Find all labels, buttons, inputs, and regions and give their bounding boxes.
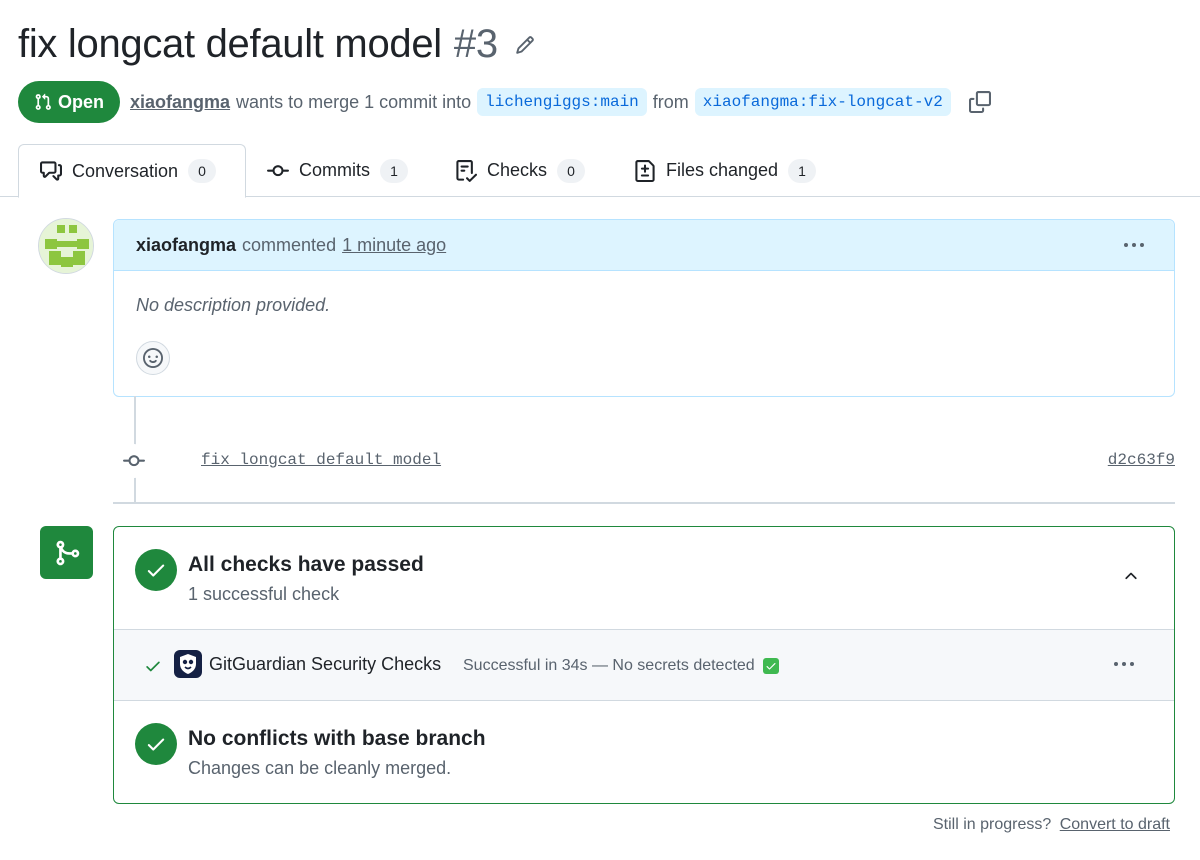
base-branch[interactable]: lichengiggs:main <box>477 88 647 116</box>
check-row: GitGuardian Security Checks Successful i… <box>114 630 1174 701</box>
gitguardian-logo-icon <box>174 650 202 678</box>
checklist-icon <box>456 159 477 182</box>
tab-checks-label: Checks <box>487 160 548 180</box>
check-icon <box>144 657 162 680</box>
comment-body: No description provided. <box>136 295 331 315</box>
author-link[interactable]: xiaofangma <box>130 92 230 113</box>
check-circle-icon <box>135 723 177 765</box>
pr-tabs: Conversation 0 Commits 1 Checks 0 Files … <box>0 144 1200 198</box>
check-circle-icon <box>135 549 177 591</box>
checks-title: All checks have passed <box>188 553 424 576</box>
kebab-menu-icon[interactable] <box>1118 237 1150 253</box>
check-mark-button-icon <box>763 658 780 674</box>
draft-footer: Still in progress? Convert to draft <box>933 816 1170 834</box>
check-name[interactable]: GitGuardian Security Checks <box>209 654 441 675</box>
pr-title-row: fix longcat default model #3 <box>18 22 536 67</box>
tab-conversation-count: 0 <box>188 159 217 183</box>
tab-checks-count: 0 <box>557 158 586 183</box>
tab-files-count: 1 <box>788 158 817 183</box>
comment-box: xiaofangma commented 1 minute ago No des… <box>113 219 1175 397</box>
pr-number: #3 <box>453 22 498 66</box>
kebab-menu-icon[interactable] <box>1110 658 1138 670</box>
tab-commits-count: 1 <box>380 158 408 183</box>
conflicts-summary: No conflicts with base branch Changes ca… <box>114 701 1174 803</box>
tab-checks[interactable]: Checks 0 <box>455 144 586 197</box>
tab-files-label: Files changed <box>666 160 779 180</box>
pr-meta: Open xiaofangma wants to merge 1 commit … <box>18 81 991 123</box>
from-text: from <box>652 91 689 112</box>
conflicts-subtitle: Changes can be cleanly merged. <box>188 758 452 778</box>
file-diff-icon <box>635 159 655 182</box>
tab-commits-label: Commits <box>299 160 370 180</box>
smiley-icon[interactable] <box>136 341 170 375</box>
commit-sha-link[interactable]: d2c63f9 <box>1108 451 1175 469</box>
state-badge: Open <box>18 81 121 123</box>
pencil-icon[interactable] <box>514 34 536 56</box>
merge-text: wants to merge 1 commit into <box>236 91 472 112</box>
comment-author[interactable]: xiaofangma <box>136 235 236 256</box>
commit-message-link[interactable]: fix longcat default model <box>201 451 441 469</box>
git-pull-request-icon <box>35 93 51 110</box>
comment-timestamp[interactable]: 1 minute ago <box>342 235 446 256</box>
comment-action: commented <box>242 234 337 255</box>
pr-title: fix longcat default model #3 <box>18 22 498 67</box>
checks-summary: All checks have passed 1 successful chec… <box>114 527 1174 630</box>
check-status-text: Successful in 34s — No secrets detected <box>463 657 755 674</box>
check-status: Successful in 34s — No secrets detected <box>463 657 780 675</box>
head-branch[interactable]: xiaofangma:fix-longcat-v2 <box>694 88 951 116</box>
git-commit-icon <box>117 444 151 478</box>
pr-title-text: fix longcat default model <box>18 22 442 66</box>
checks-subtitle: 1 successful check <box>188 584 340 604</box>
copy-icon[interactable] <box>968 91 991 113</box>
merge-status-box: All checks have passed 1 successful chec… <box>113 526 1175 804</box>
state-label: Open <box>58 91 105 112</box>
draft-question: Still in progress? <box>932 816 1052 833</box>
git-merge-icon <box>40 526 93 579</box>
tab-commits[interactable]: Commits 1 <box>267 144 408 197</box>
tab-files-changed[interactable]: Files changed 1 <box>634 144 817 197</box>
comment-discussion-icon <box>40 161 62 181</box>
avatar[interactable] <box>38 218 94 274</box>
conflicts-title: No conflicts with base branch <box>188 727 486 750</box>
comment-header: xiaofangma commented 1 minute ago <box>114 220 1174 271</box>
convert-to-draft-link[interactable]: Convert to draft <box>1060 816 1170 833</box>
tab-conversation[interactable]: Conversation 0 <box>18 144 246 198</box>
timeline-separator <box>113 502 1175 504</box>
tab-conversation-label: Conversation <box>72 160 179 181</box>
chevron-up-icon[interactable] <box>1118 563 1144 589</box>
git-commit-icon <box>267 164 289 176</box>
